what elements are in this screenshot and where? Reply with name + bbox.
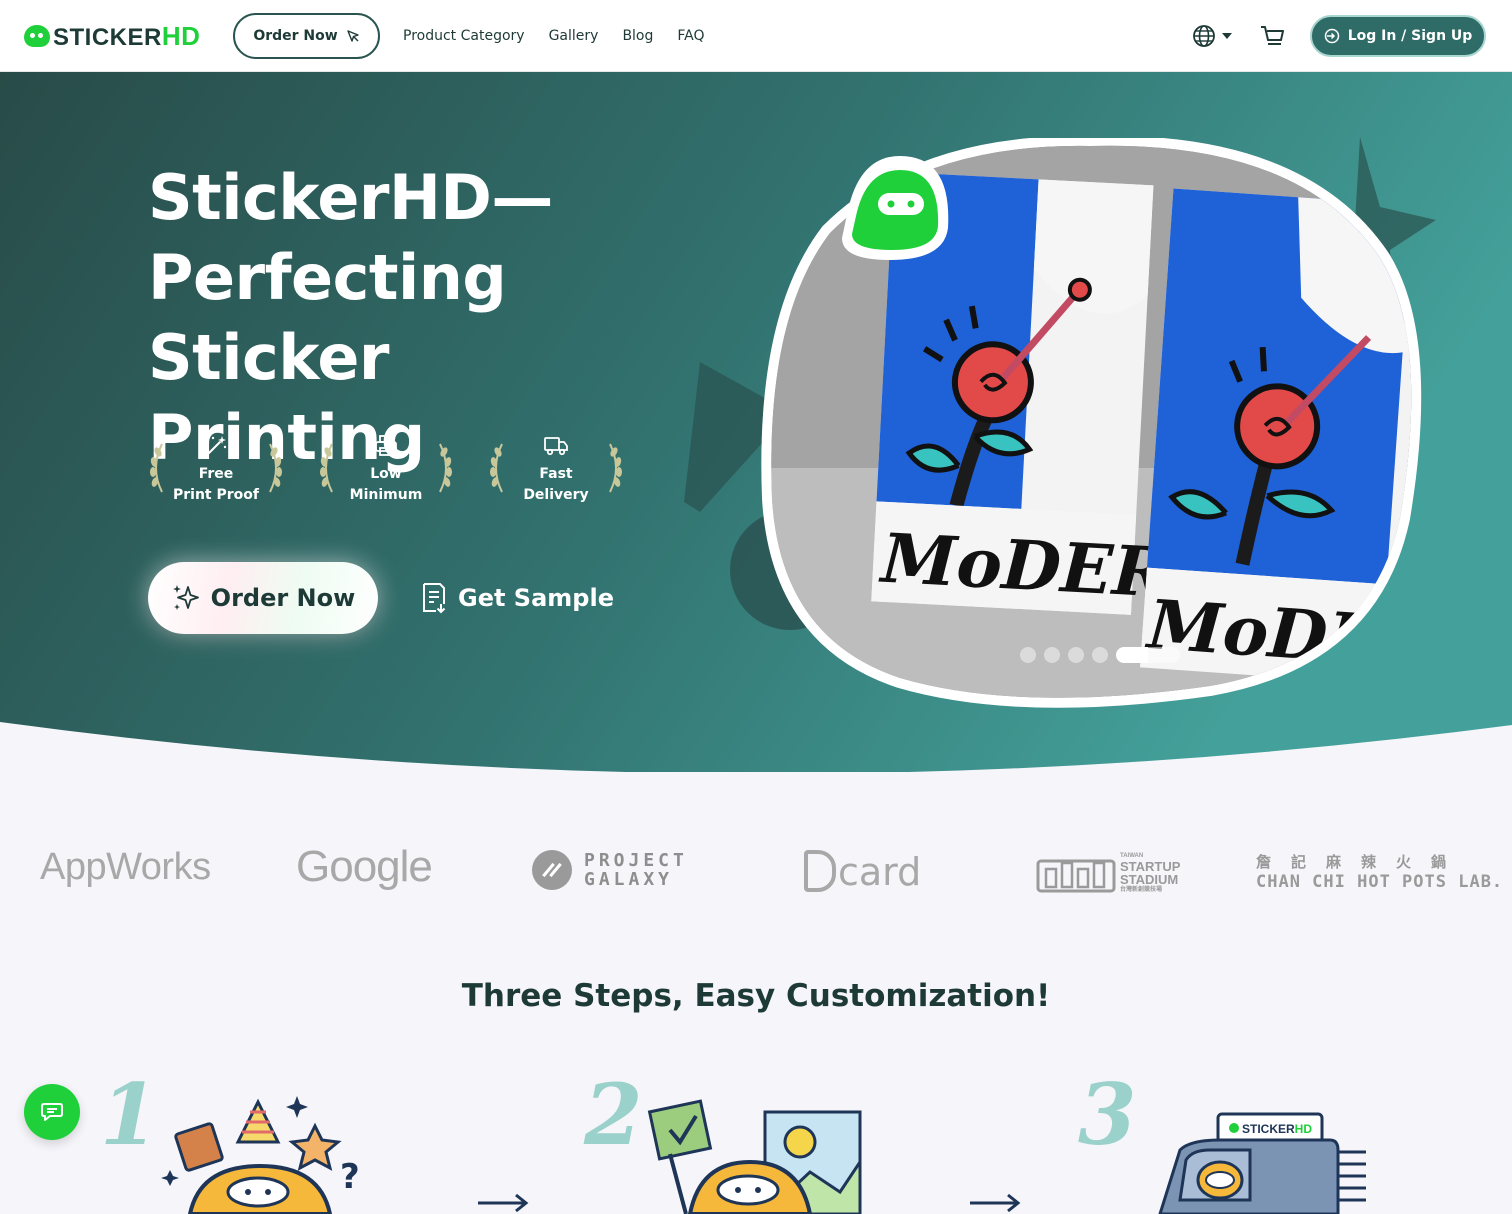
laurel-right-icon	[269, 443, 282, 493]
feature-badges: Free Print Proof Low Minimum Fast Delive…	[148, 430, 624, 510]
chat-bubble-icon	[41, 1103, 63, 1121]
hero-title-line-1: StickerHD—	[148, 161, 553, 234]
badge-free-line2: Print Proof	[173, 487, 259, 503]
login-icon	[1324, 28, 1339, 44]
galaxy-line-2: GALAXY	[584, 869, 674, 890]
green-mascot-sticker	[842, 156, 949, 260]
appworks-logo: AppWorks	[40, 846, 211, 888]
nav-product-category[interactable]: Product Category	[403, 26, 525, 46]
step-3-delivery-truck-illustration: STICKERHD	[1158, 1112, 1366, 1214]
cart-icon	[1261, 26, 1284, 45]
badge-free-print-proof: Free Print Proof	[148, 430, 284, 510]
header-order-now-label: Order Now	[253, 28, 338, 44]
badge-fast-line2: Delivery	[523, 487, 589, 503]
dcard-text: card	[838, 850, 922, 894]
laurel-left-icon	[320, 443, 333, 493]
laurel-left-icon	[150, 443, 163, 493]
partner-logos: AppWorks Google PROJECT GALAXY card TAIWA…	[0, 832, 1512, 912]
step-number-3: 3	[1078, 1065, 1137, 1164]
stadium-icon	[1036, 859, 1116, 893]
magic-wand-icon	[207, 436, 227, 455]
carousel-dot[interactable]	[1068, 647, 1084, 663]
truck-icon	[544, 437, 568, 456]
hero-title-line-2: Perfecting Sticker	[148, 241, 507, 394]
badge-low-minimum: Low Minimum	[318, 430, 454, 510]
login-signup-label: Log In / Sign Up	[1347, 28, 1473, 44]
header-order-now-button[interactable]: Order Now	[233, 13, 380, 59]
chat-button[interactable]	[24, 1084, 80, 1140]
laurel-right-icon	[439, 443, 452, 493]
truck-label-suffix: HD	[1295, 1122, 1313, 1136]
get-sample-label: Get Sample	[458, 584, 614, 612]
hero-carousel-image[interactable]: MoDERN MoDERN	[760, 138, 1430, 708]
carousel-dot[interactable]	[1092, 647, 1108, 663]
hero-order-now-button[interactable]: Order Now	[148, 562, 378, 634]
carousel-dot-active[interactable]	[1116, 647, 1180, 663]
language-selector[interactable]	[1192, 24, 1232, 48]
badge-low-line1: Low	[370, 466, 402, 482]
badge-fast-line1: Fast	[539, 466, 573, 482]
cursor-icon	[346, 30, 359, 42]
logo-text: STICKERHD	[53, 20, 201, 51]
galaxy-mark-icon	[532, 850, 572, 890]
dcard-d-mark	[804, 850, 836, 892]
chanchi-cn-text: 詹記麻辣火鍋	[1256, 853, 1467, 871]
badge-free-line1: Free	[198, 466, 234, 482]
project-galaxy-logo: PROJECT GALAXY	[532, 850, 688, 890]
google-logo: Google	[296, 842, 433, 891]
nav-blog[interactable]: Blog	[622, 26, 653, 46]
get-sample-link[interactable]: Get Sample	[420, 578, 614, 618]
carousel-dot[interactable]	[1020, 647, 1036, 663]
site-header: STICKERHD Order Now Product Category Gal…	[0, 0, 1512, 72]
chanchi-en-text: CHAN CHI HOT POTS LAB.	[1256, 872, 1504, 892]
dcard-logo: card	[804, 850, 921, 892]
logo-mascot-icon	[24, 25, 50, 47]
badge-low-line2: Minimum	[349, 487, 423, 503]
galaxy-line-1: PROJECT	[584, 850, 688, 871]
globe-icon	[1193, 25, 1215, 47]
taiwan-startup-stadium-logo: TAIWAN STARTUP STADIUM 台灣新創競技場	[1036, 852, 1180, 894]
svg-text:STICKERHD: STICKERHD	[1242, 1122, 1312, 1136]
nav-faq[interactable]: FAQ	[677, 26, 704, 46]
truck-label-prefix: STICKER	[1242, 1122, 1295, 1136]
laurel-left-icon	[490, 443, 503, 493]
laurel-right-icon	[609, 443, 622, 493]
badge-fast-delivery: Fast Delivery	[488, 430, 624, 510]
startup-cn-text: 台灣新創競技場	[1120, 887, 1163, 893]
login-signup-button[interactable]: Log In / Sign Up	[1310, 15, 1486, 57]
step-number-2: 2	[584, 1065, 643, 1164]
step-1-illustration: ?	[161, 1096, 360, 1214]
steps-title: Three Steps, Easy Customization!	[461, 978, 1051, 1014]
nav-gallery[interactable]: Gallery	[549, 26, 599, 46]
carousel-dots	[1020, 647, 1180, 663]
hero-order-now-label: Order Now	[210, 584, 356, 612]
main-nav: Product Category Gallery Blog FAQ	[403, 26, 705, 46]
svg-text:?: ?	[340, 1157, 360, 1197]
printer-icon	[375, 435, 397, 456]
cart-button[interactable]	[1260, 24, 1286, 52]
sparkle-icon	[172, 585, 199, 610]
caret-down-icon	[1222, 33, 1232, 39]
carousel-dot[interactable]	[1044, 647, 1060, 663]
stickerhd-logo[interactable]: STICKERHD	[24, 20, 200, 52]
document-icon	[423, 583, 446, 614]
chan-chi-logo: 詹記麻辣火鍋 CHAN CHI HOT POTS LAB.	[1256, 852, 1503, 892]
arrow-right-icon	[970, 1193, 1021, 1213]
arrow-right-icon	[478, 1193, 529, 1213]
step-2-illustration	[647, 1099, 862, 1214]
startup-line-2: STADIUM	[1120, 872, 1179, 887]
hero-section: StickerHD— Perfecting Sticker Printing F…	[0, 72, 1512, 772]
